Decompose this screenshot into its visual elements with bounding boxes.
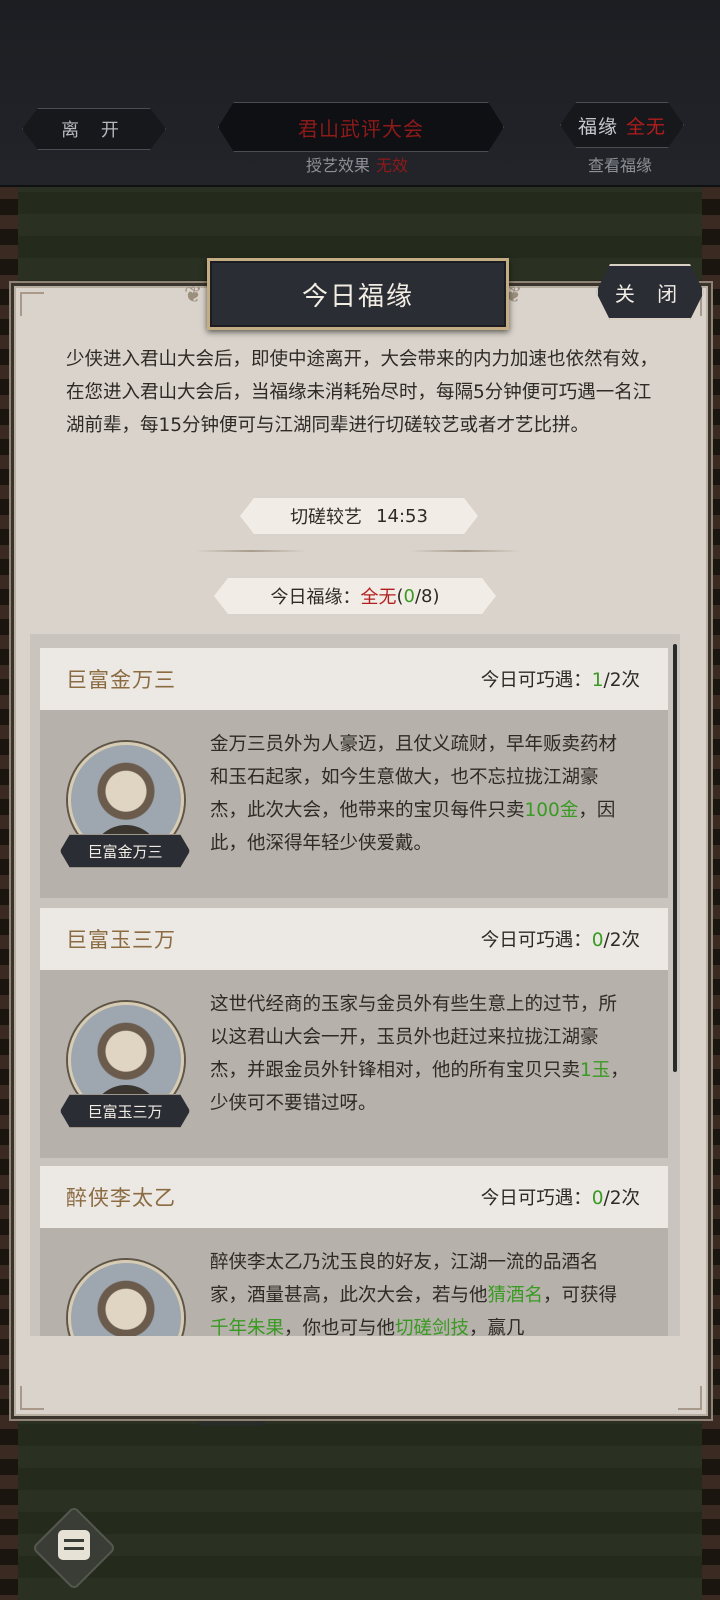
view-fuyuan-link[interactable]: 查看福缘	[588, 152, 652, 176]
encounter-description: 这世代经商的玉家与金员外有些生意上的过节，所以这君山大会一开，玉员外也赶过来拉拢…	[210, 988, 630, 1120]
encounter-count-label: 今日可巧遇：	[480, 930, 592, 951]
encounter-portrait[interactable]: 巨富金万三	[66, 738, 182, 870]
encounter-count: 今日可巧遇：0/2次	[481, 926, 640, 952]
divider-ornament	[196, 550, 306, 552]
description-text: 这世代经商的玉家与金员外有些生意上的过节，所以这君山大会一开，玉员外也赶过来拉拢…	[210, 994, 618, 1081]
encounter-portrait[interactable]: 巨富玉三万	[66, 998, 182, 1130]
encounter-card-body: 巨富玉三万 这世代经商的玉家与金员外有些生意上的过节，所以这君山大会一开，玉员外…	[40, 970, 668, 1158]
event-title: 君山武评大会	[218, 102, 504, 152]
encounter-count-total: /2次	[603, 670, 640, 691]
skill-effect-caption: 授艺效果 无效	[306, 152, 408, 176]
dialog-corner-ornament	[678, 1386, 702, 1410]
encounter-count-used: 1	[591, 670, 604, 691]
dialog-title: 今日福缘	[207, 258, 509, 330]
encounter-count-used: 0	[591, 930, 604, 951]
dialog-corner-ornament	[20, 1386, 44, 1410]
spar-label: 切磋较艺	[290, 507, 363, 528]
encounter-portrait[interactable]	[66, 1256, 184, 1336]
portrait-nameplate: 巨富金万三	[60, 834, 190, 868]
description-highlight: 猜酒名	[487, 1285, 544, 1306]
luck-value: 全无	[360, 587, 397, 608]
fuyuan-value: 全无	[626, 115, 667, 138]
encounter-name: 巨富玉三万	[66, 928, 176, 952]
encounter-card-body: 巨富金万三 金万三员外为人豪迈，且仗义疏财，早年贩卖药材和玉石起家，如今生意做大…	[40, 710, 668, 898]
description-highlight: 1玉	[580, 1060, 611, 1081]
encounter-count: 今日可巧遇：0/2次	[481, 1184, 640, 1210]
skill-effect-label: 授艺效果	[306, 156, 371, 175]
fuyuan-dialog: 少侠进入君山大会后，即使中途离开，大会带来的内力加速也依然有效，在您进入君山大会…	[14, 286, 708, 1416]
encounter-name: 巨富金万三	[66, 668, 176, 692]
encounter-card-header: 巨富金万三 今日可巧遇：1/2次	[40, 648, 668, 710]
encounter-count-label: 今日可巧遇：	[480, 670, 592, 691]
luck-used: 0	[403, 585, 415, 607]
description-highlight: 切磋剑技	[395, 1318, 470, 1336]
divider-ornament	[410, 550, 520, 552]
description-highlight: 千年朱果	[210, 1318, 285, 1336]
encounter-list[interactable]: 巨富金万三 今日可巧遇：1/2次 巨富金万三 金万三员外为人豪迈，且仗义疏财，早…	[30, 634, 680, 1336]
encounter-card: 巨富玉三万 今日可巧遇：0/2次 巨富玉三万 这世代经商的玉家与金员外有些生意上…	[40, 908, 668, 1158]
description-text: ，赢几	[469, 1318, 525, 1336]
fuyuan-button[interactable]: 福缘 全无	[560, 102, 684, 148]
luck-total: /8)	[414, 585, 440, 607]
today-luck-status: 今日福缘： 全无(0/8)	[214, 578, 496, 614]
leave-button[interactable]: 离 开	[22, 108, 166, 150]
portrait-nameplate: 巨富玉三万	[60, 1094, 190, 1128]
list-scrollbar[interactable]	[673, 644, 677, 1072]
spar-timer: 切磋较艺 14:53	[240, 498, 478, 534]
encounter-card: 醉侠李太乙 今日可巧遇：0/2次 醉侠李太乙乃沈玉良的好友，江湖一流的品酒名家，…	[40, 1166, 668, 1336]
encounter-count: 今日可巧遇：1/2次	[481, 666, 640, 692]
encounter-count-total: /2次	[603, 930, 640, 951]
dialog-corner-ornament	[20, 292, 44, 316]
description-highlight: 100金	[524, 800, 579, 821]
description-text: ，可获得	[543, 1285, 618, 1306]
fuyuan-label: 福缘	[577, 115, 618, 138]
luck-open: (	[396, 585, 404, 607]
close-button[interactable]: 关 闭	[596, 264, 704, 320]
spar-time: 14:53	[376, 505, 428, 527]
skill-effect-value: 无效	[376, 156, 409, 175]
description-text: ，你也可与他	[284, 1318, 396, 1336]
portrait-image	[68, 1260, 184, 1336]
title-ornament-left: ❦	[184, 283, 203, 308]
encounter-count-used: 0	[591, 1188, 604, 1209]
encounter-count-total: /2次	[603, 1188, 640, 1209]
encounter-card: 巨富金万三 今日可巧遇：1/2次 巨富金万三 金万三员外为人豪迈，且仗义疏财，早…	[40, 648, 668, 898]
encounter-name: 醉侠李太乙	[66, 1186, 176, 1210]
luck-label: 今日福缘：	[270, 587, 361, 608]
chat-icon[interactable]	[58, 1530, 90, 1560]
encounter-count-label: 今日可巧遇：	[480, 1188, 592, 1209]
encounter-card-header: 醉侠李太乙 今日可巧遇：0/2次	[40, 1166, 668, 1228]
encounter-description: 醉侠李太乙乃沈玉良的好友，江湖一流的品酒名家，酒量甚高，此次大会，若与他猜酒名，…	[210, 1246, 630, 1336]
top-bar: 离 开 君山武评大会 福缘 全无 授艺效果 无效 查看福缘	[0, 0, 720, 187]
encounter-card-header: 巨富玉三万 今日可巧遇：0/2次	[40, 908, 668, 970]
dialog-intro-text: 少侠进入君山大会后，即使中途离开，大会带来的内力加速也依然有效，在您进入君山大会…	[66, 349, 659, 436]
encounter-card-body: 醉侠李太乙乃沈玉良的好友，江湖一流的品酒名家，酒量甚高，此次大会，若与他猜酒名，…	[40, 1228, 668, 1336]
encounter-description: 金万三员外为人豪迈，且仗义疏财，早年贩卖药材和玉石起家，如今生意做大，也不忘拉拢…	[210, 728, 630, 860]
